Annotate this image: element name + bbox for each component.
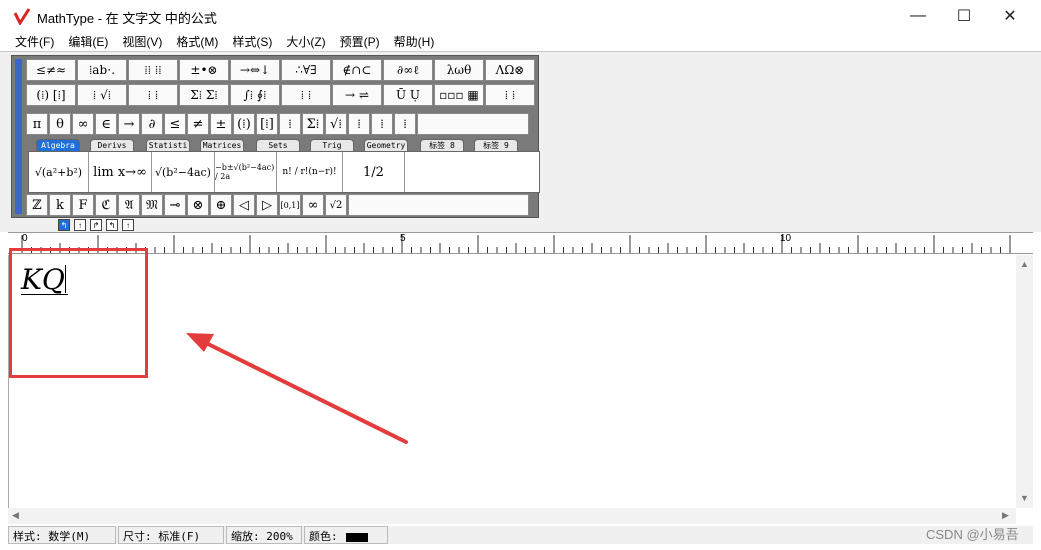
annotation-arrow (186, 333, 408, 444)
color-swatch (345, 532, 368, 542)
scroll-up-icon[interactable]: ▲ (1020, 259, 1029, 269)
horizontal-scrollbar[interactable]: ◀ ▶ (8, 508, 1016, 524)
vertical-scrollbar[interactable]: ▲ ▼ (1016, 255, 1033, 508)
status-color-label: 颜色: (309, 530, 338, 543)
status-zoom: 缩放: 200% (226, 526, 302, 544)
status-size: 尺寸: 标准(F) (118, 526, 224, 544)
scroll-down-icon[interactable]: ▼ (1020, 493, 1029, 503)
status-color: 颜色: (304, 526, 388, 544)
watermark: CSDN @小易吾 (926, 527, 1019, 542)
scroll-left-icon[interactable]: ◀ (12, 510, 19, 521)
status-style: 样式: 数学(M) (8, 526, 116, 544)
scroll-right-icon[interactable]: ▶ (1002, 510, 1009, 521)
status-bar: 样式: 数学(M) 尺寸: 标准(F) 缩放: 200% 颜色: (8, 526, 1033, 544)
